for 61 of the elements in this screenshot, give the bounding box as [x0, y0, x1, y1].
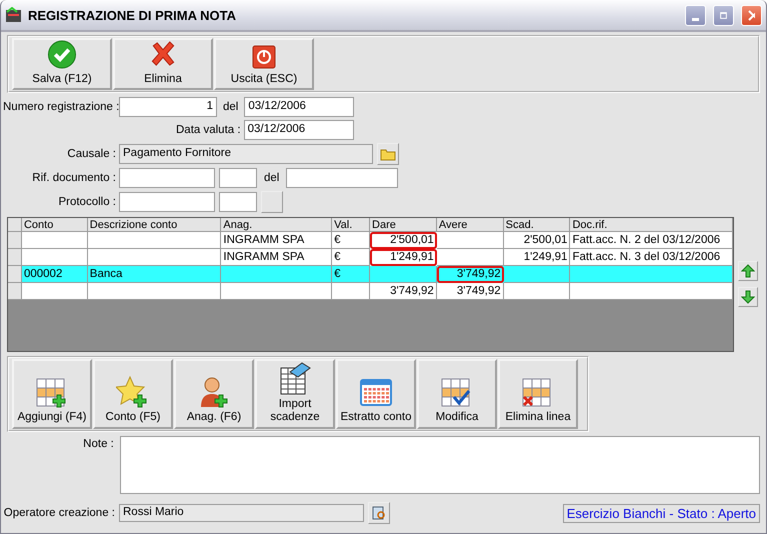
action-button[interactable]: Elimina linea	[498, 359, 578, 429]
field-label: Operatore creazione :	[3, 507, 115, 519]
table-cell: 3'749,92	[436, 283, 504, 300]
action-button[interactable]: Modifica	[417, 359, 497, 429]
field-label: Note :	[82, 437, 114, 452]
table-cell: 1'249,91	[370, 249, 437, 266]
app-icon	[5, 7, 23, 23]
toolbar-button[interactable]: Salva (F12)	[12, 38, 112, 90]
maximize-button[interactable]	[713, 4, 734, 26]
input-field[interactable]	[119, 168, 215, 188]
minimize-icon	[692, 18, 699, 20]
folder-button[interactable]	[377, 142, 399, 164]
arrow-down-icon	[741, 290, 755, 304]
table-cell: 3'749,92	[370, 283, 437, 300]
toolbar-button[interactable]: Elimina	[113, 38, 213, 90]
note-field[interactable]	[120, 436, 760, 494]
folder-icon	[380, 146, 396, 160]
table-row[interactable]: 3'749,92 3'749,92	[8, 283, 733, 300]
field-label: del	[223, 100, 238, 112]
close-icon	[748, 10, 755, 20]
input-field[interactable]	[219, 192, 257, 212]
field-label: Rif. documento :	[31, 172, 117, 184]
table-row[interactable]: INGRAMM SPA € 2'500,01 2'500,01 Fatt.acc. N. 2 del 03/12/2006	[8, 232, 733, 249]
spreadsheet-import-icon	[278, 362, 312, 396]
window-title: REGISTRAZIONE DI PRIMA NOTA	[28, 8, 237, 22]
date-field[interactable]: 03/12/2006	[244, 96, 354, 116]
input-field[interactable]	[119, 192, 215, 212]
status-text: Esercizio Bianchi - Stato : Aperto	[562, 504, 760, 522]
field-label: Protocollo :	[57, 196, 117, 208]
table-cell: 3'749,92	[436, 266, 504, 283]
action-button[interactable]: Import scadenze	[255, 359, 335, 429]
table-cell: 2'500,01	[370, 232, 437, 249]
arrow-up-icon	[741, 264, 755, 278]
table-row[interactable]: 000002 Banca € 3'749,92	[8, 266, 733, 283]
date-field[interactable]: 03/12/2006	[244, 120, 354, 140]
operator-field[interactable]: Rossi Mario	[119, 504, 364, 522]
field-label: Data valuta :	[176, 124, 242, 136]
column-header[interactable]: Dare	[370, 218, 437, 232]
action-button[interactable]: Estratto conto	[336, 359, 416, 429]
input-field[interactable]	[219, 168, 257, 188]
minimize-button[interactable]	[685, 4, 706, 26]
power-icon	[252, 45, 276, 69]
action-button[interactable]: Anag. (F6)	[174, 359, 254, 429]
checkmark-icon	[47, 40, 77, 69]
small-button[interactable]	[261, 190, 283, 212]
move-up-button[interactable]	[738, 261, 758, 281]
field-label: del	[264, 172, 280, 184]
field-label: Causale :	[66, 148, 117, 160]
search-icon	[372, 506, 386, 520]
close-button[interactable]	[741, 4, 762, 26]
maximize-icon	[720, 10, 727, 20]
table-row[interactable]: INGRAMM SPA € 1'249,91 1'249,91 Fatt.acc. N. 3 del 03/12/2006	[8, 249, 733, 266]
input-field[interactable]	[286, 168, 398, 188]
lookup-button[interactable]	[368, 502, 390, 524]
number-field[interactable]: 1	[119, 96, 217, 116]
causale-field[interactable]: Pagamento Fornitore	[119, 144, 373, 164]
field-label: Numero registrazione :	[3, 100, 119, 112]
action-button[interactable]: Aggiungi (F4)	[12, 359, 92, 429]
move-down-button[interactable]	[738, 287, 758, 307]
toolbar-button[interactable]: Uscita (ESC)	[214, 38, 314, 90]
action-button[interactable]: Conto (F5)	[93, 359, 173, 429]
